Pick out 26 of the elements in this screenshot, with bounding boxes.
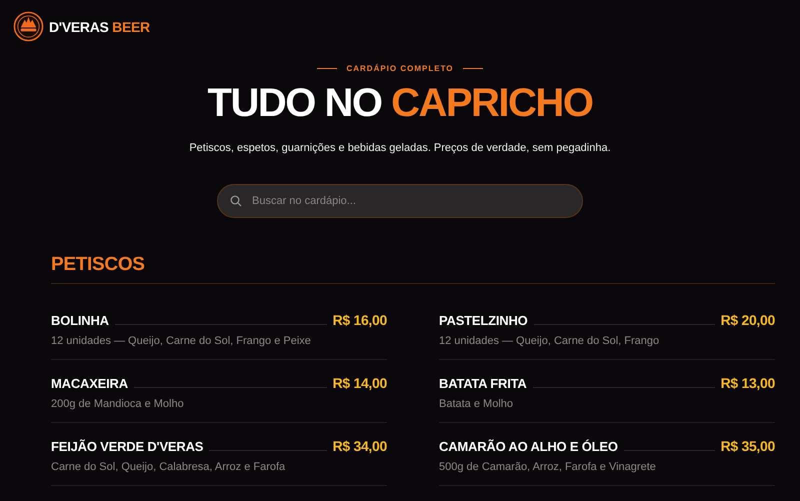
item-name: MACAXEIRA	[51, 376, 128, 391]
item-description: Batata e Molho	[439, 398, 514, 410]
page-subtitle: Petiscos, espetos, guarnições e bebidas geladas. Preços de verdade, sem pegadinha.	[189, 142, 611, 154]
item-description: Carne do Sol, Queijo, Calabresa, Arroz e Farofa	[51, 461, 286, 473]
item-name: BOLINHA	[51, 313, 109, 328]
item-price: R$ 16,00	[332, 312, 387, 328]
item-price: R$ 20,00	[720, 312, 775, 328]
item-price: R$ 34,00	[332, 438, 387, 454]
item-name: FEIJÃO VERDE D'VERAS	[51, 439, 204, 454]
item-price: R$ 35,00	[720, 438, 775, 454]
item-name: CAMARÃO AO ALHO E ÓLEO	[439, 439, 618, 454]
item-description: 500g de Camarão, Arroz, Farofa e Vinagrete	[439, 461, 657, 473]
eyebrow-label: CARDÁPIO COMPLETO	[346, 64, 454, 73]
logo-icon[interactable]	[13, 11, 44, 42]
brand-name[interactable]: D'VERAS BEER	[49, 18, 150, 34]
item-description: 200g de Mandioca e Molho	[51, 398, 185, 410]
search-icon	[230, 195, 242, 207]
item-price: R$ 13,00	[720, 375, 775, 391]
page-title: TUDO NO CAPRICHO	[208, 81, 592, 125]
item-name: PASTELZINHO	[439, 313, 528, 328]
item-description: 12 unidades — Queijo, Carne do Sol, Frango	[439, 335, 660, 347]
search-field[interactable]: Buscar no cardápio...	[217, 184, 583, 218]
item-name: BATATA FRITA	[439, 376, 527, 391]
item-price: R$ 14,00	[332, 375, 387, 391]
item-description: 12 unidades — Queijo, Carne do Sol, Frango e Peixe	[51, 335, 312, 347]
section-heading: PETISCOS	[51, 254, 775, 284]
